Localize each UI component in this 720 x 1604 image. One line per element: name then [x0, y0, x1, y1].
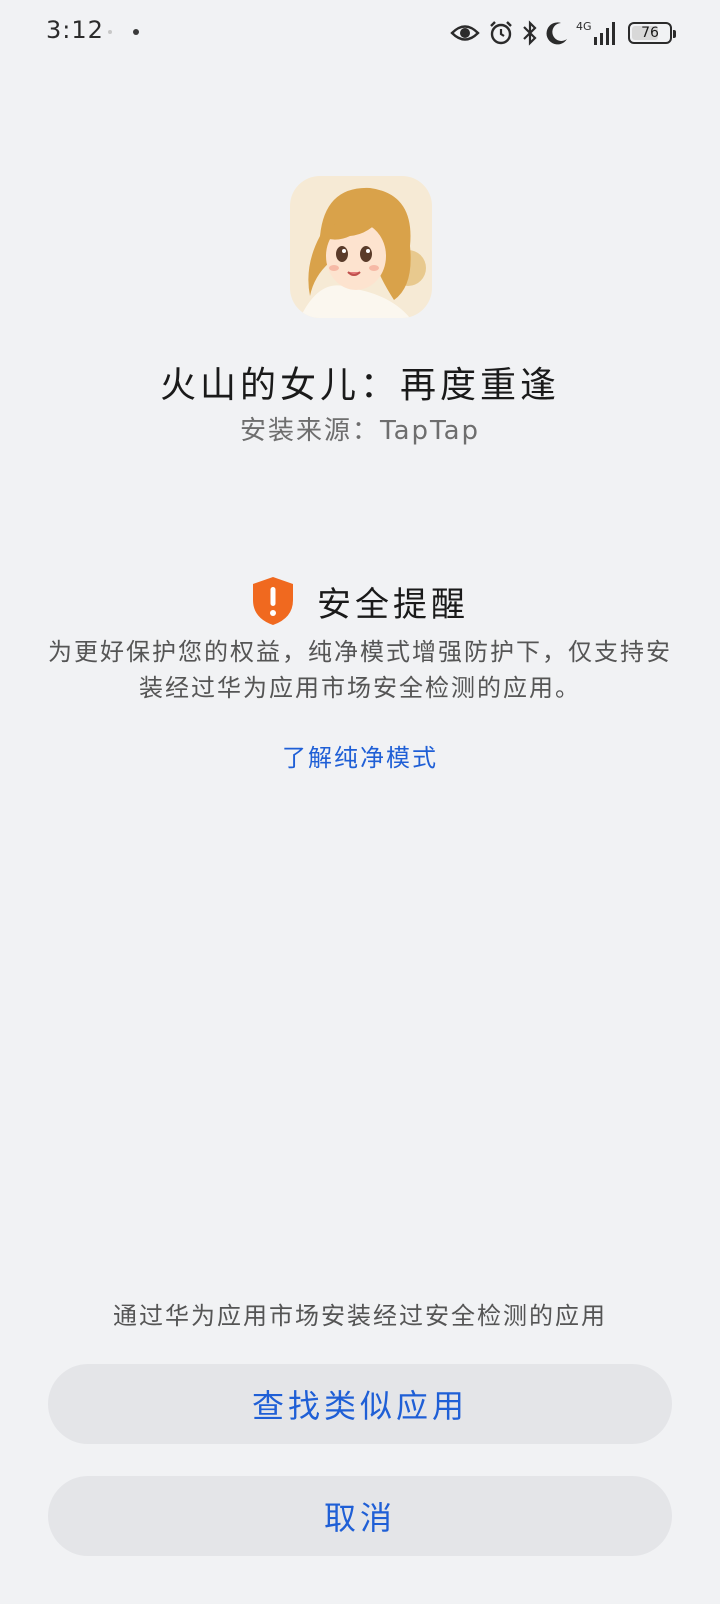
app-icon	[290, 176, 432, 318]
security-notice-title: 安全提醒	[317, 584, 469, 625]
battery-level-text: 76	[641, 25, 659, 41]
status-icons: 4G 76	[450, 16, 676, 50]
eye-icon	[450, 25, 480, 41]
security-notice-header: 安全提醒	[0, 576, 720, 626]
cancel-button[interactable]: 取消	[48, 1476, 672, 1556]
notification-dots-icon	[108, 29, 139, 35]
signal-icon: 4G	[576, 20, 615, 45]
battery-icon: 76	[628, 22, 676, 44]
anime-girl-icon	[290, 176, 432, 318]
shield-warning-icon	[253, 577, 293, 625]
install-source: 安装来源：TapTap	[239, 416, 481, 446]
security-notice-body: 为更好保护您的权益，纯净模式增强防护下，仅支持安装经过华为应用市场安全检测的应用…	[48, 638, 672, 702]
learn-pure-mode-link[interactable]: 了解纯净模式	[0, 738, 720, 773]
status-bar: 3:12 4G 76	[0, 0, 720, 64]
app-name: 火山的女儿：再度重逢	[159, 365, 560, 406]
alarm-icon	[490, 21, 512, 45]
bluetooth-icon	[523, 20, 537, 46]
find-similar-apps-button[interactable]: 查找类似应用	[48, 1364, 672, 1444]
bottom-hint: 通过华为应用市场安装经过安全检测的应用	[113, 1302, 607, 1330]
moon-icon	[546, 22, 567, 45]
status-time: 3:12	[46, 16, 104, 44]
install-blocked-screen: 3:12 4G 76 火山的女儿：再度重逢 安装来源：TapTap 安全提醒 为…	[0, 0, 720, 1604]
svg-text:4G: 4G	[576, 20, 592, 33]
